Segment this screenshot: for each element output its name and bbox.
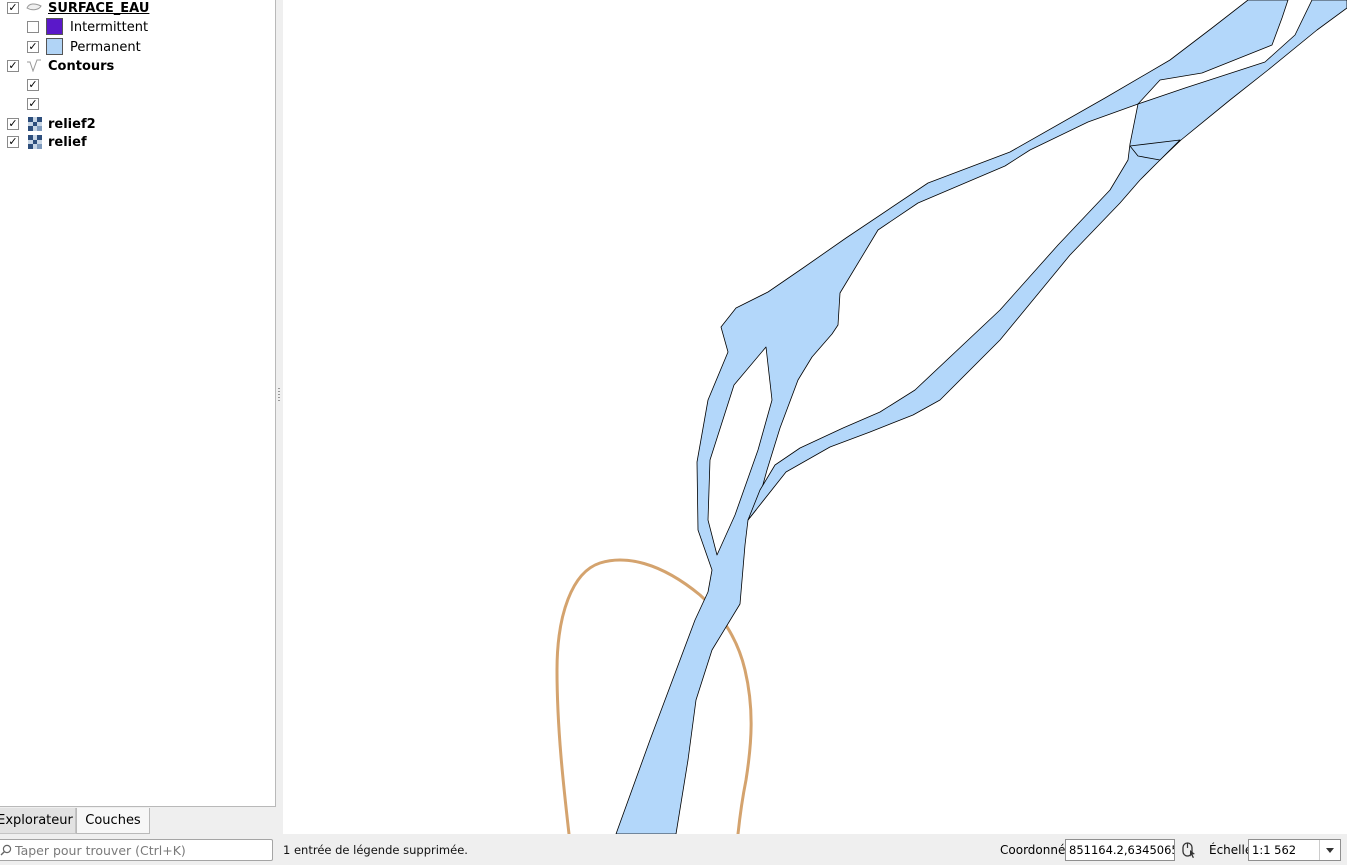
panel-splitter[interactable] xyxy=(276,0,283,834)
locator-input[interactable] xyxy=(15,840,265,860)
layer-name-surface-eau[interactable]: SURFACE_EAU xyxy=(48,1,149,16)
water-polygons xyxy=(615,0,1347,835)
scale-value[interactable]: 1:1 562 xyxy=(1252,843,1296,857)
coordinate-label: Coordonnée xyxy=(1000,843,1073,857)
layer-name-relief2[interactable]: relief2 xyxy=(48,117,96,132)
map-view[interactable] xyxy=(283,0,1347,836)
class-label-permanent: Permanent xyxy=(70,40,141,55)
layer-checkbox-contours[interactable] xyxy=(7,60,19,72)
class-checkbox-intermittent[interactable] xyxy=(27,21,39,33)
class-label-intermittent: Intermittent xyxy=(70,20,149,35)
raster-layer-icon xyxy=(28,117,42,131)
layer-checkbox-relief2[interactable] xyxy=(7,118,19,130)
mouse-pointer-icon[interactable] xyxy=(1180,841,1196,859)
chevron-down-icon[interactable] xyxy=(1319,840,1340,860)
layer-name-contours[interactable]: Contours xyxy=(48,59,114,74)
class-swatch-intermittent xyxy=(46,18,63,35)
tab-layers[interactable]: Couches xyxy=(76,808,150,834)
raster-layer-icon xyxy=(28,135,42,149)
class-checkbox-permanent[interactable] xyxy=(27,41,39,53)
status-message: 1 entrée de légende supprimée. xyxy=(283,843,468,857)
line-layer-icon xyxy=(27,59,41,72)
contour-class-checkbox-1[interactable] xyxy=(27,79,39,91)
search-icon xyxy=(0,844,12,856)
splitter-handle[interactable] xyxy=(278,388,280,402)
layer-checkbox-surface-eau[interactable] xyxy=(7,2,19,14)
coordinate-field[interactable]: 851164.2,6345065.1 xyxy=(1065,839,1175,861)
contour-class-checkbox-2[interactable] xyxy=(27,98,39,110)
locator-bar[interactable] xyxy=(0,839,273,861)
polygon-layer-icon xyxy=(26,3,42,11)
scale-combobox[interactable]: 1:1 562 xyxy=(1248,839,1341,861)
class-swatch-permanent xyxy=(46,38,63,55)
layer-name-relief[interactable]: relief xyxy=(48,135,87,150)
tab-explorer[interactable]: Explorateur xyxy=(0,808,76,834)
layer-checkbox-relief[interactable] xyxy=(7,136,19,148)
map-canvas[interactable] xyxy=(283,0,1347,836)
layers-panel: SURFACE_EAU Intermittent Permanent Conto… xyxy=(0,0,276,807)
scale-label: Échelle xyxy=(1209,843,1253,857)
